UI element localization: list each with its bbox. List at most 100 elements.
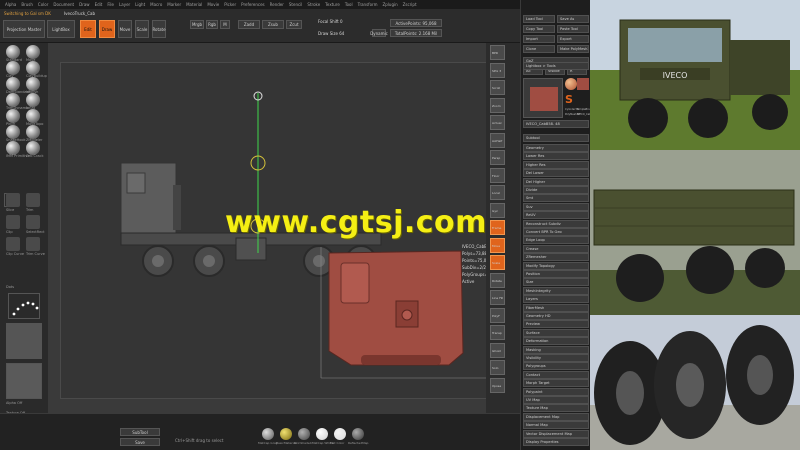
tray-item-higher-res[interactable]: Higher Res [523, 160, 589, 169]
projection-master-button[interactable]: Projection Master [3, 20, 45, 38]
tray-item-edge-loop[interactable]: Edge Loop [523, 236, 589, 245]
shelf-button-local[interactable]: Local [490, 185, 505, 200]
material-matcap-white-swatch[interactable] [316, 428, 328, 440]
tool-thumbnail-main[interactable] [523, 78, 563, 118]
shelf-button-bpr[interactable]: BPR [490, 45, 505, 60]
shelf-button-persp[interactable]: Persp [490, 150, 505, 165]
material-reflectedmap-swatch[interactable] [352, 428, 364, 440]
tray-item-visibility[interactable]: Visibility [523, 354, 589, 362]
tool-clip-icon[interactable] [6, 215, 20, 229]
menu-item-file[interactable]: File [107, 2, 114, 7]
menu-item-material[interactable]: Material [186, 2, 202, 7]
tray-item-del-lower[interactable]: Del Lower [523, 169, 589, 178]
tray-item-save-as[interactable]: Save As [557, 15, 589, 23]
brush-claybuildup-icon[interactable] [26, 61, 40, 75]
brush-move-icon[interactable] [26, 45, 40, 59]
tool-trim-curve-icon[interactable] [26, 237, 40, 251]
material-basicmaterial-swatch[interactable] [280, 428, 292, 440]
shelf-button-actual[interactable]: Actual [490, 115, 505, 130]
tool-clip-curve-icon[interactable] [6, 237, 20, 251]
mrgb-button[interactable]: Mrgb [190, 20, 204, 29]
tray-item-preview[interactable]: Preview [523, 320, 589, 329]
draw-button[interactable]: Draw [99, 20, 115, 38]
tray-item-suv[interactable]: Suv [523, 202, 589, 211]
zadd-button[interactable]: Zadd [238, 20, 260, 29]
texture-button[interactable] [6, 363, 42, 399]
tray-item-subtool[interactable]: Subtool [523, 134, 589, 142]
brush-inflat-icon[interactable] [26, 93, 40, 107]
menu-item-edit[interactable]: Edit [95, 2, 103, 7]
zsub-button[interactable]: Zsub [262, 20, 284, 29]
menu-item-document[interactable]: Document [53, 2, 74, 7]
tray-item-meshintegrity[interactable]: MeshIntegrity [523, 286, 589, 295]
brush-trimdynamic-icon[interactable] [6, 93, 20, 107]
dynamic-button[interactable]: Dynamic [370, 29, 388, 37]
shelf-button-aahalf[interactable]: AAHalf [490, 132, 505, 148]
m-button[interactable]: M [220, 20, 230, 29]
tray-item-display-properties[interactable]: Display Properties [523, 438, 589, 446]
menu-item-stencil[interactable]: Stencil [289, 2, 303, 7]
menu-item-movie[interactable]: Movie [207, 2, 219, 7]
menu-item-light[interactable]: Light [135, 2, 145, 7]
brush-snakehook-icon[interactable] [6, 125, 20, 139]
tray-item-displacement-map[interactable]: Displacement Map [523, 412, 589, 421]
menu-item-brush[interactable]: Brush [21, 2, 33, 7]
tray-item-paste-tool[interactable]: Paste Tool [557, 25, 589, 33]
tray-item-smt[interactable]: Smt [523, 194, 589, 203]
tray-item-uv-map[interactable]: UV Map [523, 396, 589, 404]
shelf-button-move[interactable]: Move [490, 237, 505, 253]
menu-item-tool[interactable]: Tool [345, 2, 353, 7]
tray-item-geometry[interactable]: Geometry [523, 144, 589, 152]
tool-trim-icon[interactable] [26, 193, 40, 207]
move-button[interactable]: Move [118, 20, 132, 38]
scale-button[interactable]: Scale [135, 20, 149, 38]
tray-item-make-polymesh3d[interactable]: Make PolyMesh3D [557, 45, 589, 53]
tray-item-reconstruct-subdiv[interactable]: Reconstruct Subdiv [523, 219, 589, 228]
shelf-button-gyz[interactable]: Gyz [490, 202, 505, 218]
shelf-button-scroll[interactable]: Scroll [490, 80, 505, 95]
tray-item-del-higher[interactable]: Del Higher [523, 177, 589, 186]
material-matcap-gray-swatch[interactable] [262, 428, 274, 440]
shelf-button-transp[interactable]: Transp [490, 325, 505, 340]
menu-item-alpha[interactable]: Alpha [5, 2, 16, 7]
tray-item-divide[interactable]: Divide [523, 186, 589, 194]
tray-item-size[interactable]: Size [523, 278, 589, 287]
rgb-button[interactable]: Rgb [206, 20, 218, 29]
selected-cab-subtool[interactable] [328, 250, 464, 366]
shelf-button-solo[interactable]: Solo [490, 360, 505, 375]
tray-item-crease[interactable]: Crease [523, 244, 589, 253]
tray-item-layers[interactable]: Layers [523, 295, 589, 304]
tray-item-modify-topology[interactable]: Modify Topology [523, 261, 589, 270]
tray-item-convert-bpr-to-geo[interactable]: Convert BPR To Geo [523, 228, 589, 236]
tray-item-contact[interactable]: Contact [523, 370, 589, 379]
brush-zmodeler-icon[interactable] [26, 125, 40, 139]
tray-item-fibermesh[interactable]: FiberMesh [523, 303, 589, 312]
lightbox-button[interactable]: LightBox [47, 20, 75, 38]
shelf-button-floor[interactable]: Floor [490, 167, 505, 183]
menu-item-zscript[interactable]: Zscript [403, 2, 417, 7]
tray-item-vector-displacement-map[interactable]: Vector Displacement Map [523, 429, 589, 438]
tray-item-lower-res[interactable]: Lower Res [523, 152, 589, 161]
menu-item-preferences[interactable]: Preferences [241, 2, 265, 7]
brush-pinch-icon[interactable] [6, 109, 20, 123]
menu-item-color[interactable]: Color [38, 2, 48, 7]
shelf-button-line-fill[interactable]: Line Fill [490, 290, 505, 305]
tray-item-texture-map[interactable]: Texture Map [523, 404, 589, 413]
brush-clay-icon[interactable] [6, 61, 20, 75]
shelf-button-polyf[interactable]: PolyF [490, 307, 505, 323]
shelf-button-scale[interactable]: Scale [490, 255, 505, 270]
zcut-button[interactable]: Zcut [286, 20, 302, 29]
menu-item-zplugin[interactable]: Zplugin [383, 2, 398, 7]
brush-damstandard-icon[interactable] [6, 77, 20, 91]
tray-item-lightbox-tools[interactable]: Lightbox > Tools [523, 62, 589, 70]
menu-item-layer[interactable]: Layer [119, 2, 130, 7]
shelf-button-ghost[interactable]: Ghost [490, 342, 505, 358]
brush-imm-primitive-icon[interactable] [6, 141, 20, 155]
subtool-button[interactable]: SubTool [120, 428, 160, 436]
brush-standard-icon[interactable] [6, 45, 20, 59]
tool-slice-icon[interactable] [6, 193, 20, 207]
brush-hpolish-icon[interactable] [26, 77, 40, 91]
menu-item-render[interactable]: Render [270, 2, 284, 7]
tray-item-deformation[interactable]: Deformation [523, 337, 589, 346]
tray-item-polypaint[interactable]: Polypaint [523, 387, 589, 396]
